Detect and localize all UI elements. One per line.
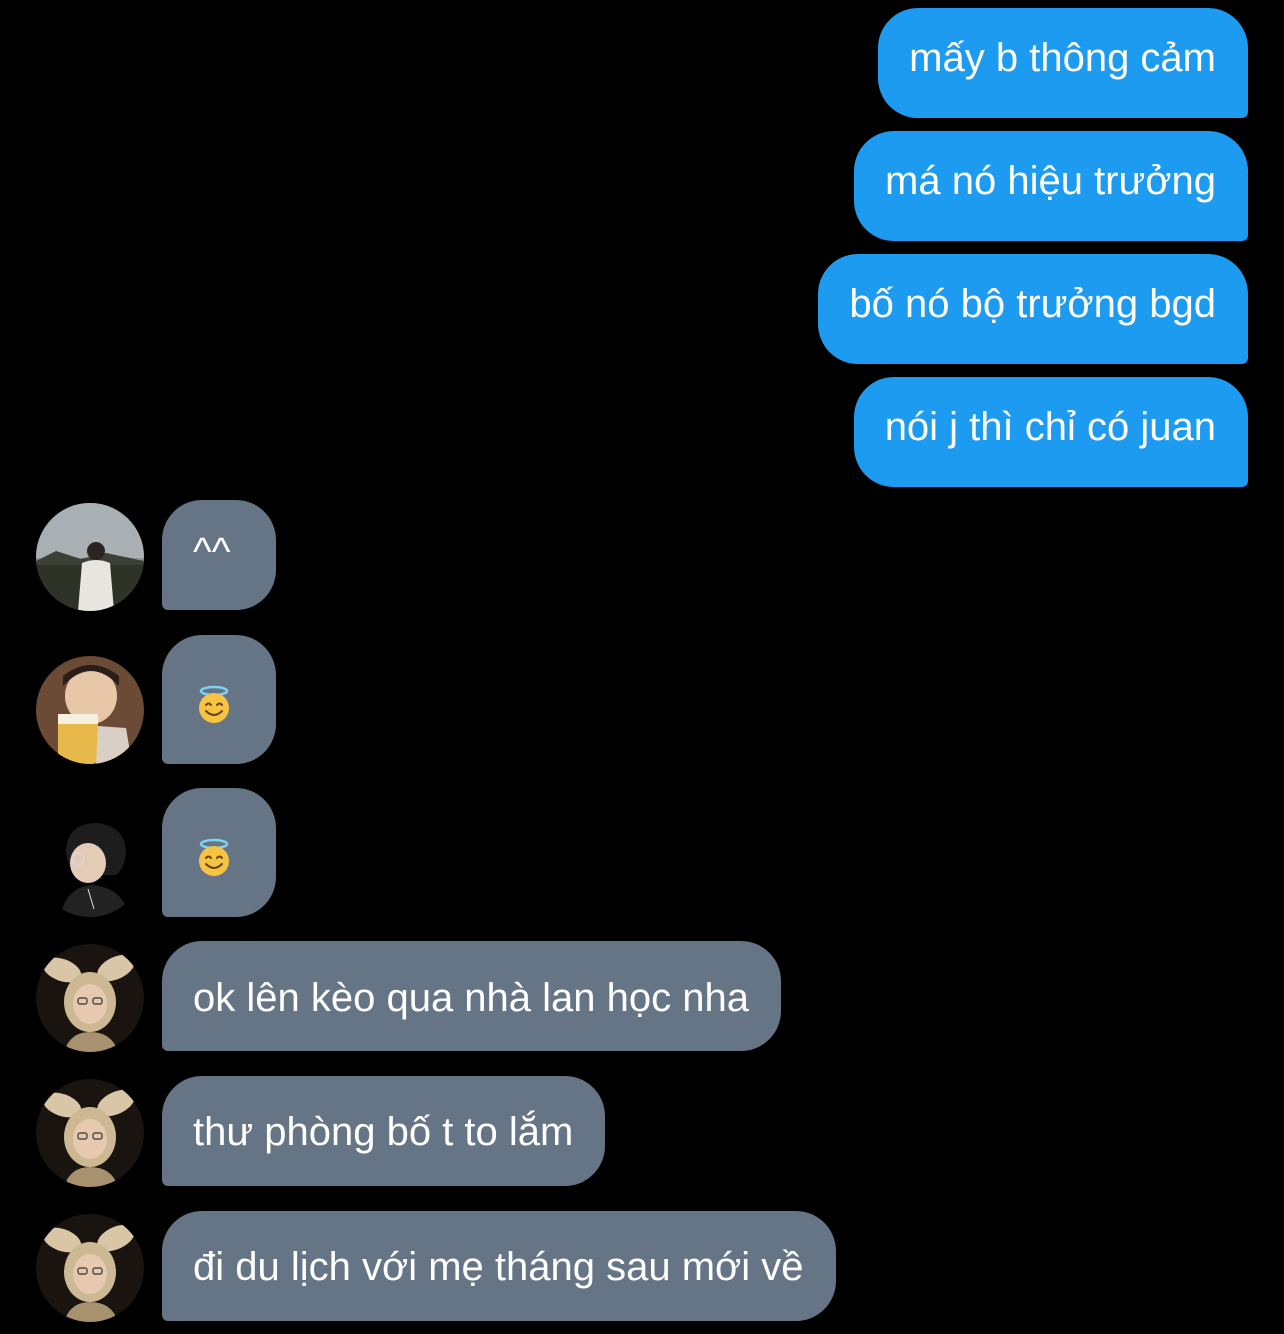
smiling-face-with-halo-icon [199, 685, 229, 723]
outgoing-message[interactable]: nói j thì chỉ có juan [853, 377, 1248, 487]
outgoing-message[interactable]: bố nó bộ trưởng bgd [818, 254, 1248, 364]
avatar-bunny-ears-icon [36, 944, 144, 1052]
avatar-beer-photo-icon [36, 656, 144, 764]
sender-avatar[interactable] [36, 1214, 144, 1322]
outgoing-message[interactable]: mấy b thông cảm [878, 8, 1248, 118]
sender-avatar[interactable] [36, 656, 144, 764]
avatar-bunny-ears-icon [36, 1214, 144, 1322]
avatar-bunny-ears-icon [36, 1079, 144, 1187]
incoming-message[interactable]: đi du lịch với mẹ tháng sau mới về [162, 1211, 836, 1321]
incoming-message[interactable]: ok lên kèo qua nhà lan học nha [162, 941, 781, 1051]
outgoing-message[interactable]: má nó hiệu trưởng [854, 131, 1248, 241]
incoming-message[interactable]: ^^ [162, 500, 276, 610]
sender-avatar[interactable] [36, 944, 144, 1052]
avatar-glasses-profile-icon [36, 809, 144, 917]
incoming-message[interactable] [162, 635, 276, 764]
sender-avatar[interactable] [36, 503, 144, 611]
sender-avatar[interactable] [36, 1079, 144, 1187]
sender-avatar[interactable] [36, 809, 144, 917]
smiling-face-with-halo-icon [199, 838, 229, 876]
avatar-outdoor-photo-icon [36, 503, 144, 611]
incoming-message[interactable]: thư phòng bố t to lắm [162, 1076, 606, 1186]
incoming-message[interactable] [162, 788, 276, 917]
